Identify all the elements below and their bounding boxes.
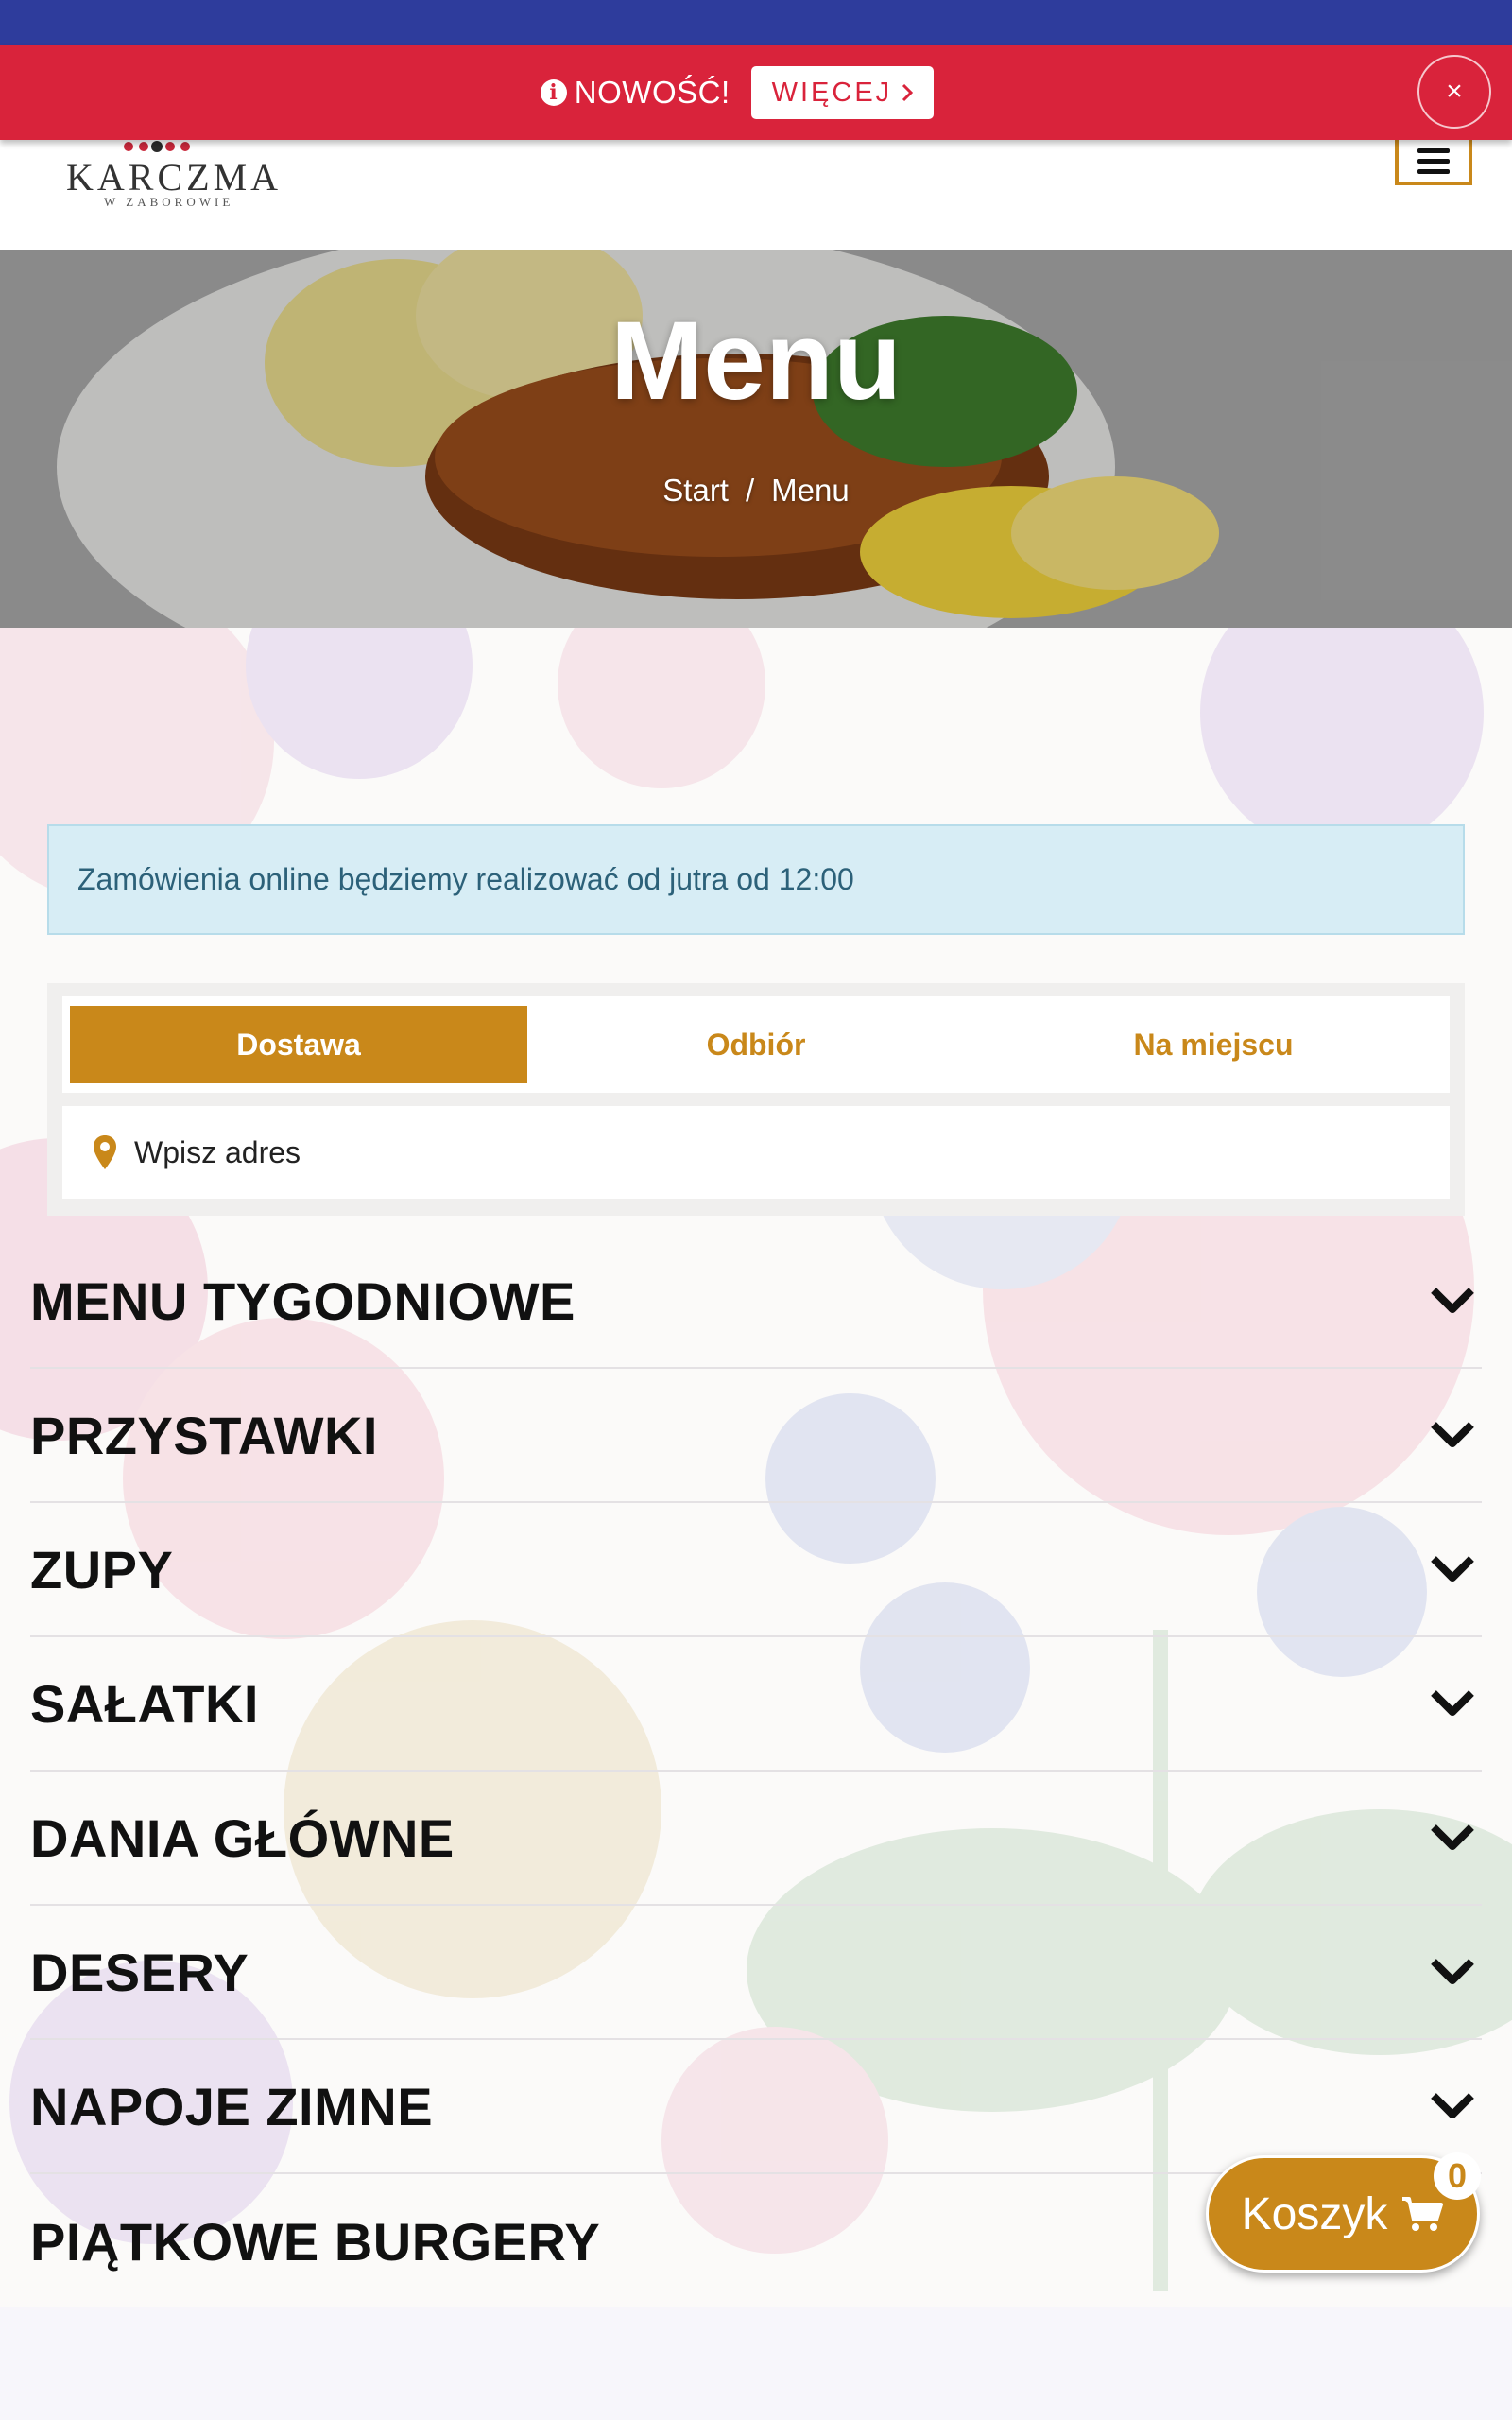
tab-na-miejscu[interactable]: Na miejscu [985,1006,1442,1083]
site-header: KARCZMA W ZABOROWIE [0,136,1512,250]
cart-count-badge: 0 [1434,2152,1481,2200]
status-strip [0,0,1512,45]
map-pin-icon [94,1135,116,1169]
logo-ornament-icon [124,141,190,152]
cart-icon [1402,2197,1444,2231]
info-icon: i [540,79,567,106]
hero-banner: Menu Start / Menu [0,250,1512,628]
cart-label: Koszyk [1241,2188,1388,2239]
chevron-down-icon [1431,1556,1474,1582]
category-list: MENU TYGODNIOWE PRZYSTAWKI ZUPY SAŁATKI … [30,1235,1482,2307]
promo-label: i NOWOŚĆ! [540,75,730,111]
category-label: DESERY [30,1942,249,2002]
category-label: SAŁATKI [30,1673,259,1734]
category-label: DANIA GŁÓWNE [30,1807,455,1868]
category-salatki[interactable]: SAŁATKI [30,1637,1482,1772]
address-placeholder: Wpisz adres [134,1134,301,1169]
promo-bar: i NOWOŚĆ! WIĘCEJ × [0,45,1512,140]
more-button[interactable]: WIĘCEJ [750,66,935,119]
address-input[interactable]: Wpisz adres [62,1106,1450,1199]
tab-odbior[interactable]: Odbiór [527,1006,985,1083]
menu-icon [1418,147,1450,153]
breadcrumb: Start / Menu [0,473,1512,509]
category-label: MENU TYGODNIOWE [30,1270,576,1331]
category-label: ZUPY [30,1539,174,1599]
category-label: NAPOJE ZIMNE [30,2076,434,2136]
menu-content: Zamówienia online będziemy realizować od… [0,628,1512,2307]
chevron-down-icon [1431,1824,1474,1850]
order-type-tabs: Dostawa Odbiór Na miejscu [62,996,1450,1093]
menu-icon-line [1418,158,1450,164]
chevron-down-icon [1431,1959,1474,1984]
breadcrumb-separator: / [745,473,755,508]
chevron-right-icon [902,83,914,102]
category-przystawki[interactable]: PRZYSTAWKI [30,1369,1482,1503]
chevron-down-icon [1431,1690,1474,1716]
promo-label-text: NOWOŚĆ! [574,75,730,110]
category-zupy[interactable]: ZUPY [30,1503,1482,1637]
category-napoje-zimne[interactable]: NAPOJE ZIMNE [30,2040,1482,2174]
cart-button[interactable]: Koszyk 0 [1206,2152,1481,2273]
chevron-down-icon [1431,1422,1474,1447]
more-button-label: WIĘCEJ [771,77,893,108]
page-footer-band [0,2307,1512,2420]
page-title: Menu [610,299,902,424]
logo-name: KARCZMA [66,156,283,199]
chevron-down-icon [1431,2093,1474,2118]
online-order-notice: Zamówienia online będziemy realizować od… [47,824,1465,935]
order-type-panel: Dostawa Odbiór Na miejscu Wpisz adres [47,983,1465,1216]
breadcrumb-start[interactable]: Start [662,473,729,509]
category-menu-tygodniowe[interactable]: MENU TYGODNIOWE [30,1235,1482,1369]
tab-dostawa[interactable]: Dostawa [70,1006,527,1083]
close-icon: × [1446,76,1463,107]
promo-content: i NOWOŚĆ! WIĘCEJ [540,66,935,119]
close-promo-button[interactable]: × [1418,55,1491,129]
logo-subtitle: W ZABOROWIE [104,195,234,209]
breadcrumb-current: Menu [771,473,850,508]
logo[interactable]: KARCZMA W ZABOROWIE [66,141,284,221]
category-label: PRZYSTAWKI [30,1405,378,1465]
menu-icon-line [1418,168,1450,174]
menu-toggle-button[interactable] [1395,136,1472,185]
category-desery[interactable]: DESERY [30,1906,1482,2040]
chevron-down-icon [1431,1288,1474,1313]
category-dania-glowne[interactable]: DANIA GŁÓWNE [30,1772,1482,1906]
category-label: PIĄTKOWE BURGERY [30,2211,601,2272]
